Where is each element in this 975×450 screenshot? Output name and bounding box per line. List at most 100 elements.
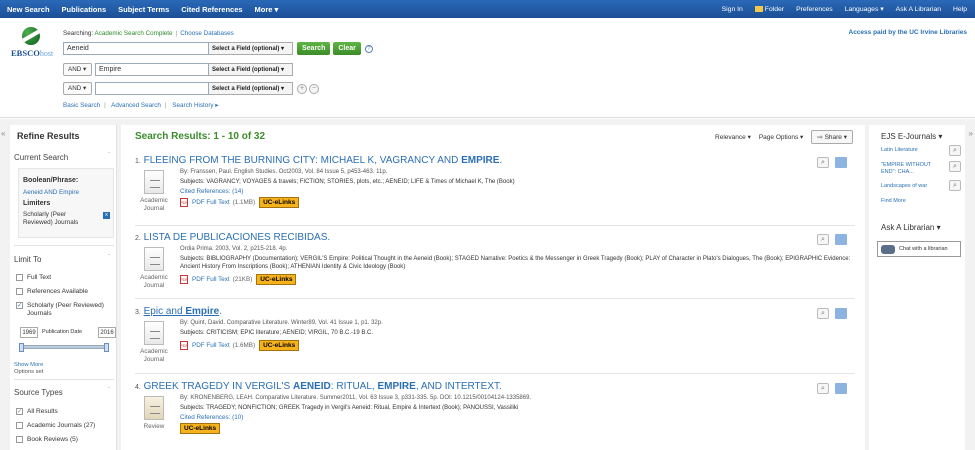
limit-to-header[interactable]: Limit To ˇ xyxy=(14,255,114,264)
preview-icon[interactable]: ⌕ xyxy=(949,161,961,172)
search-input-3[interactable] xyxy=(95,82,209,95)
ask-librarian-header[interactable]: Ask A Librarian ▾ xyxy=(881,223,941,232)
source-book-reviews[interactable]: Book Reviews (5) xyxy=(16,436,78,443)
source-academic[interactable]: Academic Journals (27) xyxy=(16,422,95,429)
limit-scholarly[interactable]: ✓ Scholarly (Peer Reviewed) Journals xyxy=(16,302,114,318)
ejs-header[interactable]: EJS E-Journals ▾ xyxy=(881,132,942,141)
uc-elinks-button[interactable]: UC-eLinks xyxy=(180,423,221,434)
uc-elinks-button[interactable]: UC-eLinks xyxy=(259,340,300,351)
nav-new-search[interactable]: New Search xyxy=(7,5,50,14)
current-search-box: Boolean/Phrase: Aeneid AND Empire Limite… xyxy=(18,168,114,238)
pdf-icon[interactable]: PDF xyxy=(180,275,188,284)
share-button[interactable]: ⇨ Share ▾ xyxy=(811,130,853,144)
slider-handle-right[interactable] xyxy=(104,343,109,352)
checkbox-checked[interactable]: ✓ xyxy=(16,408,23,415)
pdf-link[interactable]: PDF Full Text xyxy=(192,199,230,206)
search-button[interactable]: Search xyxy=(297,42,331,55)
cited-references-link[interactable]: Cited References: (10) xyxy=(180,414,243,421)
result-number: 4. xyxy=(135,384,141,391)
pdf-icon[interactable]: PDF xyxy=(180,341,188,350)
field-select-3[interactable]: Select a Field (optional) ▾ xyxy=(209,82,293,95)
preview-icon[interactable]: ⌕ xyxy=(817,234,829,245)
options-set-link[interactable]: Options set xyxy=(14,369,43,375)
source-all[interactable]: ✓ All Results xyxy=(16,408,58,415)
basic-search-link[interactable]: Basic Search xyxy=(63,102,100,109)
field-select-2[interactable]: Select a Field (optional) ▾ xyxy=(209,63,293,76)
show-more-link[interactable]: Show More xyxy=(14,362,43,368)
result-title[interactable]: 2. LISTA DE PUBLICACIONES RECIBIDAS. xyxy=(135,232,855,243)
limit-label: Full Text xyxy=(27,274,52,281)
nav-subject-terms[interactable]: Subject Terms xyxy=(118,5,169,14)
bool-select-3[interactable]: AND ▾ xyxy=(63,82,92,95)
nav-ask-librarian[interactable]: Ask A Librarian xyxy=(896,6,941,13)
date-range: 1969 Publication Date 2016 xyxy=(20,327,116,338)
nav-cited-references[interactable]: Cited References xyxy=(181,5,242,14)
preview-icon[interactable]: ⌕ xyxy=(817,383,829,394)
nav-publications[interactable]: Publications xyxy=(62,5,107,14)
pdf-icon[interactable]: PDF xyxy=(180,198,188,207)
checkbox[interactable] xyxy=(16,274,23,281)
preview-icon[interactable]: ⌕ xyxy=(949,180,961,191)
bool-select-2[interactable]: AND ▾ xyxy=(63,63,92,76)
date-slider[interactable] xyxy=(19,343,109,352)
remove-limiter-icon[interactable]: x xyxy=(103,212,110,219)
add-to-folder-icon[interactable] xyxy=(835,308,847,319)
current-search-header[interactable]: Current Search ˇ xyxy=(14,153,114,162)
checkbox[interactable] xyxy=(16,436,23,443)
slider-handle-left[interactable] xyxy=(19,343,24,352)
pdf-link[interactable]: PDF Full Text xyxy=(192,276,230,283)
limit-references[interactable]: References Available xyxy=(16,288,88,295)
ebsco-logo[interactable]: EBSCOhost xyxy=(8,27,53,67)
checkbox-checked[interactable]: ✓ xyxy=(16,302,23,309)
year-from-input[interactable]: 1969 xyxy=(20,327,38,338)
help-icon[interactable]: ? xyxy=(364,44,373,53)
chevron-down-icon: ˇ xyxy=(108,255,110,261)
preview-icon[interactable]: ⌕ xyxy=(817,157,829,168)
cited-references-link[interactable]: Cited References: (14) xyxy=(180,188,243,195)
journal-link[interactable]: Latin Literature xyxy=(881,147,941,154)
relevance-dropdown[interactable]: Relevance ▾ xyxy=(715,133,751,141)
nav-preferences[interactable]: Preferences xyxy=(796,6,833,13)
add-row-icon[interactable]: + xyxy=(297,83,307,94)
remove-row-icon[interactable]: − xyxy=(309,83,319,94)
search-input-1[interactable]: Aeneid xyxy=(63,42,209,55)
uc-elinks-button[interactable]: UC-eLinks xyxy=(256,274,297,285)
boolean-value[interactable]: Aeneid AND Empire xyxy=(23,189,79,196)
chat-button[interactable]: Chat with a librarian xyxy=(877,241,961,257)
preview-icon[interactable]: ⌕ xyxy=(949,145,961,156)
search-history-link[interactable]: Search History ▸ xyxy=(172,102,218,109)
collapse-right-icon[interactable]: » xyxy=(969,129,973,138)
year-to-input[interactable]: 2016 xyxy=(98,327,116,338)
find-more-link[interactable]: Find More xyxy=(881,198,941,205)
result-title[interactable]: 3. Epic and Empire. xyxy=(135,306,855,317)
preview-icon[interactable]: ⌕ xyxy=(817,308,829,319)
nav-help[interactable]: Help xyxy=(953,6,967,13)
divider xyxy=(14,379,114,380)
collapse-left-icon[interactable]: « xyxy=(1,129,5,138)
advanced-search-link[interactable]: Advanced Search xyxy=(111,102,161,109)
journal-link[interactable]: "EMPIRE WITHOUT END": CHA... xyxy=(881,162,941,176)
result-title[interactable]: 1. FLEEING FROM THE BURNING CITY: MICHAE… xyxy=(135,155,855,166)
nav-sign-in[interactable]: Sign In xyxy=(722,6,743,13)
pdf-link[interactable]: PDF Full Text xyxy=(192,342,230,349)
nav-more[interactable]: More ▾ xyxy=(255,5,279,14)
result-title[interactable]: 4. GREEK TRAGEDY IN VERGIL'S AENEID: RIT… xyxy=(135,381,855,392)
logo-text: EBSCOhost xyxy=(11,48,53,58)
add-to-folder-icon[interactable] xyxy=(835,383,847,394)
source-types-header[interactable]: Source Types ˇ xyxy=(14,388,114,397)
choose-databases-link[interactable]: Choose Databases xyxy=(180,30,234,37)
main-area: « » Refine Results Current Search ˇ Boole… xyxy=(0,119,975,450)
page-options-dropdown[interactable]: Page Options ▾ xyxy=(759,133,803,141)
nav-folder[interactable]: Folder xyxy=(754,6,784,13)
checkbox[interactable] xyxy=(16,288,23,295)
nav-languages[interactable]: Languages ▾ xyxy=(845,5,884,13)
checkbox[interactable] xyxy=(16,422,23,429)
search-input-2[interactable]: Empire xyxy=(95,63,209,76)
journal-link[interactable]: Landscapes of war xyxy=(881,183,941,190)
add-to-folder-icon[interactable] xyxy=(835,234,847,245)
clear-button[interactable]: Clear xyxy=(333,42,361,55)
uc-elinks-button[interactable]: UC-eLinks xyxy=(259,197,300,208)
limit-full-text[interactable]: Full Text xyxy=(16,274,51,281)
add-to-folder-icon[interactable] xyxy=(835,157,847,168)
field-select-1[interactable]: Select a Field (optional) ▾ xyxy=(209,42,293,55)
